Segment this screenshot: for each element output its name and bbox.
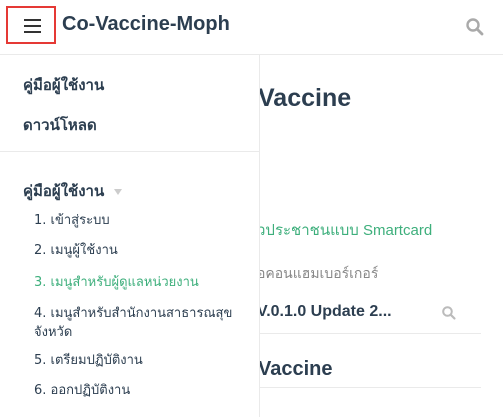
sidebar-group-label: คู่มือผู้ใช้งาน [23, 182, 105, 200]
search-icon[interactable] [441, 305, 457, 321]
sidebar-item-admin-menu[interactable]: 3. เมนูสำหรับผู้ดูแลหน่วยงาน [34, 273, 249, 292]
hamburger-menu-icon-bar [24, 31, 41, 33]
top-navbar: Co-Vaccine-Moph [0, 0, 503, 55]
sidebar-item-prepare-work[interactable]: 5. เตรียมปฏิบัติงาน [34, 351, 249, 370]
divider [257, 387, 481, 388]
search-icon[interactable] [465, 17, 485, 37]
content-subtext: อคอนแฮมเบอร์เกอร์ [257, 265, 379, 281]
chevron-down-icon [114, 188, 123, 195]
page-heading: Vaccine [258, 84, 352, 112]
sidebar-item-user-menu[interactable]: 2. เมนูผู้ใช้งาน [34, 241, 249, 260]
version-title: V.0.1.0 Update 2... [257, 303, 392, 320]
sidebar-item-login[interactable]: 1. เข้าสู่ระบบ [34, 211, 249, 230]
hamburger-menu-icon [24, 19, 41, 21]
hamburger-menu-icon-bar [24, 25, 41, 27]
sidebar-divider [0, 151, 259, 152]
content-link[interactable]: วประชาชนแบบ Smartcard [257, 218, 432, 242]
version-row[interactable]: V.0.1.0 Update 2... [257, 295, 481, 334]
section-heading: Vaccine [258, 358, 333, 380]
sidebar-group-title[interactable]: คู่มือผู้ใช้งาน [23, 179, 123, 203]
sidebar-item-start-work[interactable]: 6. ออกปฏิบัติงาน [34, 381, 249, 400]
nav-link-download[interactable]: ดาวน์โหลด [23, 113, 97, 137]
sidebar-item-provincial-menu[interactable]: 4. เมนูสำหรับสำนักงานสาธารณสุขจังหวัด [34, 304, 249, 342]
sidebar: คู่มือผู้ใช้งาน ดาวน์โหลด คู่มือผู้ใช้งา… [0, 55, 260, 417]
site-title[interactable]: Co-Vaccine-Moph [62, 13, 230, 36]
hamburger-menu-button[interactable] [6, 6, 56, 44]
nav-link-user-manual[interactable]: คู่มือผู้ใช้งาน [23, 73, 104, 97]
